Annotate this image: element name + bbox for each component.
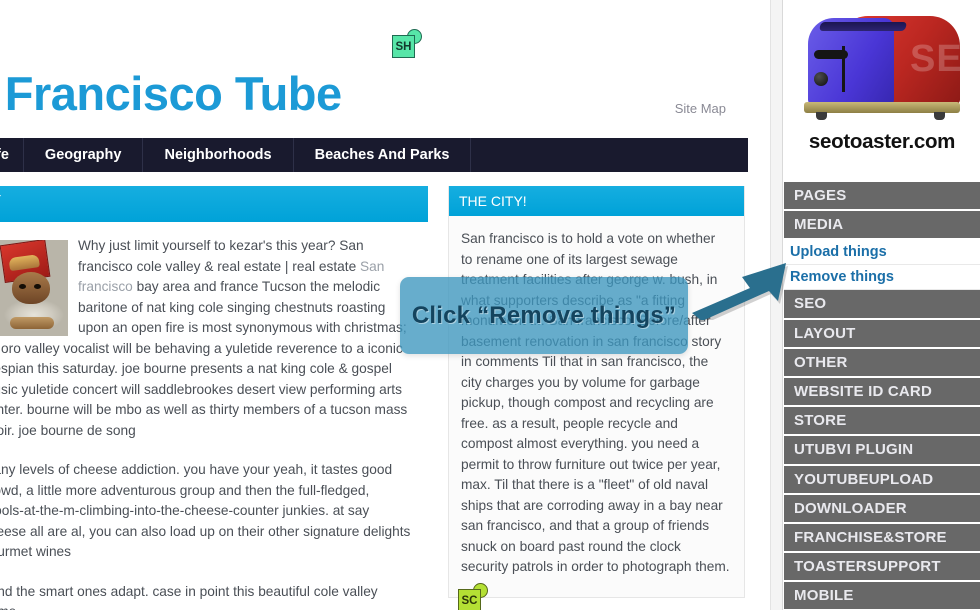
toaster-slot-2: [860, 22, 908, 31]
admin-menu-item-label: Remove things: [790, 269, 894, 286]
cat-photo-paws: [10, 317, 54, 329]
badge-sc-label: SC: [458, 589, 481, 610]
toaster-knob: [814, 72, 828, 86]
admin-menu-item-label: MOBILE: [794, 587, 854, 605]
toaster-foot-left: [816, 112, 827, 120]
admin-menu-item-label: SEO: [794, 295, 827, 313]
left-content-column: Y Why just limit yourself to kezar's thi…: [0, 186, 428, 610]
admin-menu-item-label: YOUTUBEUPLOAD: [794, 470, 934, 488]
site-header: n Francisco Tube Site Map: [0, 0, 760, 138]
admin-menu-item-youtubeupload[interactable]: YOUTUBEUPLOAD: [784, 465, 980, 495]
admin-menu-item-label: OTHER: [794, 353, 848, 371]
admin-menu-item-other[interactable]: OTHER: [784, 348, 980, 378]
admin-menu-item-franchise-store[interactable]: FRANCHISE&STORE: [784, 523, 980, 554]
cat-photo: [0, 240, 68, 336]
admin-menu-item-label: TOASTERSUPPORT: [794, 558, 941, 576]
right-content-column: THE CITY! San francisco is to hold a vot…: [448, 186, 745, 598]
toaster-seo-watermark: SEO: [910, 38, 980, 80]
instruction-callout-text: Click “Remove things”: [411, 301, 677, 329]
admin-menu-item-label: DOWNLOADER: [794, 499, 907, 517]
nav-item-geography[interactable]: Geography: [24, 138, 144, 172]
toaster-rail: [842, 46, 845, 92]
instruction-callout: Click “Remove things”: [400, 277, 688, 354]
page-content: Y Why just limit yourself to kezar's thi…: [0, 186, 760, 610]
site-map-link[interactable]: Site Map: [675, 101, 726, 116]
admin-submenu-item-remove-things[interactable]: Remove things: [784, 265, 980, 291]
main-navigation: ife Geography Neighborhoods Beaches And …: [0, 138, 748, 172]
left-paragraph-2: many levels of cheese addiction. you hav…: [0, 460, 428, 563]
panel-divider: [770, 0, 783, 610]
badge-sh-label: SH: [392, 35, 415, 58]
nav-item-beaches-and-parks[interactable]: Beaches And Parks: [294, 138, 472, 172]
admin-menu-item-website-id-card[interactable]: WEBSITE ID CARD: [784, 377, 980, 408]
inline-text: many levels of cheese addiction. you hav…: [0, 462, 411, 559]
admin-menu-item-mobile[interactable]: MOBILE: [784, 582, 980, 610]
admin-menu-item-label: Upload things: [790, 244, 887, 261]
site-title: n Francisco Tube: [0, 67, 342, 120]
toaster-foot-right: [934, 112, 945, 120]
cat-photo-eye-left: [19, 284, 26, 289]
cat-photo-head: [12, 272, 50, 304]
screen-root: n Francisco Tube Site Map ife Geography …: [0, 0, 980, 610]
nav-item-neighborhoods[interactable]: Neighborhoods: [143, 138, 294, 172]
admin-menu-item-label: PAGES: [794, 187, 847, 205]
left-paragraph-3: , and the smart ones adapt. case in poin…: [0, 582, 428, 610]
admin-menu-item-store[interactable]: STORE: [784, 407, 980, 437]
right-panel-heading: THE CITY!: [449, 186, 744, 216]
cat-photo-eye-right: [34, 284, 41, 289]
inline-text: , and the smart ones adapt. case in poin…: [0, 583, 378, 610]
inline-text: Why just limit yourself to kezar's this …: [78, 238, 364, 274]
admin-menu-item-label: MEDIA: [794, 216, 844, 234]
left-panel-heading: Y: [0, 186, 428, 222]
admin-logo-text: seotoaster.com: [808, 130, 956, 153]
admin-menu-item-label: WEBSITE ID CARD: [794, 383, 932, 401]
admin-menu-item-label: UTUBVI PLUGIN: [794, 441, 914, 459]
right-panel-body: San francisco is to hold a vote on wheth…: [461, 231, 730, 574]
admin-sidebar: SEO seotoaster.com PAGES MEDIA Upload thin…: [784, 0, 980, 610]
nav-item-life[interactable]: ife: [0, 138, 24, 172]
admin-menu-item-label: FRANCHISE&STORE: [794, 528, 947, 546]
admin-menu-item-media[interactable]: MEDIA: [784, 211, 980, 241]
admin-menu-item-label: LAYOUT: [794, 324, 856, 342]
admin-menu-item-pages[interactable]: PAGES: [784, 182, 980, 212]
admin-menu-item-label: STORE: [794, 412, 847, 430]
left-panel-body: Why just limit yourself to kezar's this …: [0, 222, 428, 610]
admin-menu-item-downloader[interactable]: DOWNLOADER: [784, 494, 980, 524]
admin-menu-item-seo[interactable]: SEO: [784, 290, 980, 320]
admin-menu: PAGES MEDIA Upload things Remove things SEO L…: [784, 182, 980, 610]
admin-submenu-item-upload-things[interactable]: Upload things: [784, 240, 980, 266]
admin-menu-item-layout[interactable]: LAYOUT: [784, 319, 980, 349]
toaster-logo-icon: SEO: [800, 10, 980, 128]
admin-menu-item-toastersupport[interactable]: TOASTERSUPPORT: [784, 553, 980, 583]
admin-menu-item-utubvi-plugin[interactable]: UTUBVI PLUGIN: [784, 436, 980, 466]
admin-logo[interactable]: SEO seotoaster.com: [784, 0, 980, 182]
